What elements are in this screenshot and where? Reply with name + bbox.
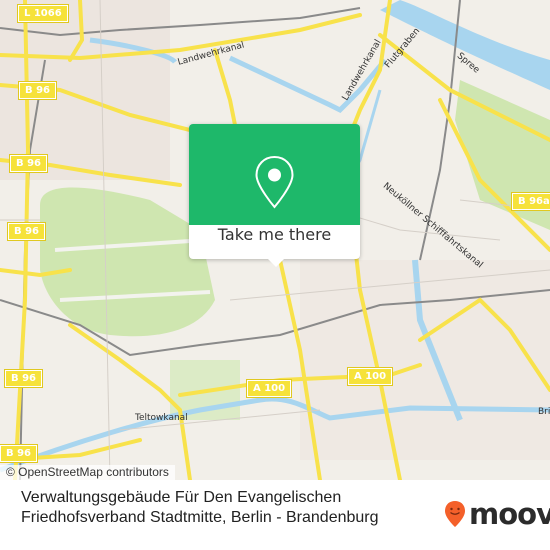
moovit-wordmark: moovit (469, 497, 550, 531)
popup-header (189, 124, 360, 225)
map-view[interactable]: L 1066 B 96 B 96 B 96 B 96 B 96 B 96a A … (0, 0, 550, 480)
road-shield-b96: B 96 (17, 81, 58, 100)
road-shield-a100: A 100 (245, 379, 293, 398)
road-shield-a100: A 100 (346, 367, 394, 386)
moovit-smiley-pin-icon (445, 501, 465, 527)
take-me-there-button[interactable]: Take me there (189, 225, 360, 259)
popup-pointer (267, 258, 285, 267)
location-pin-icon (255, 155, 294, 209)
road-shield-b96: B 96 (0, 444, 39, 463)
label-brit: Brit (538, 407, 550, 417)
road-shield-b96: B 96 (6, 222, 47, 241)
destination-popup: Take me there (189, 124, 360, 259)
road-shield-b96: B 96 (8, 154, 49, 173)
road-shield-l1066: L 1066 (17, 4, 69, 23)
road-shield-b96a: B 96a (511, 192, 550, 211)
road-shield-b96: B 96 (3, 369, 44, 388)
map-attribution[interactable]: © OpenStreetMap contributors (0, 465, 175, 480)
place-name: Verwaltungsgebäude Für Den Evangelischen… (21, 489, 379, 526)
moovit-logo: moovit (444, 497, 550, 531)
label-teltowkanal: Teltowkanal (135, 413, 188, 423)
